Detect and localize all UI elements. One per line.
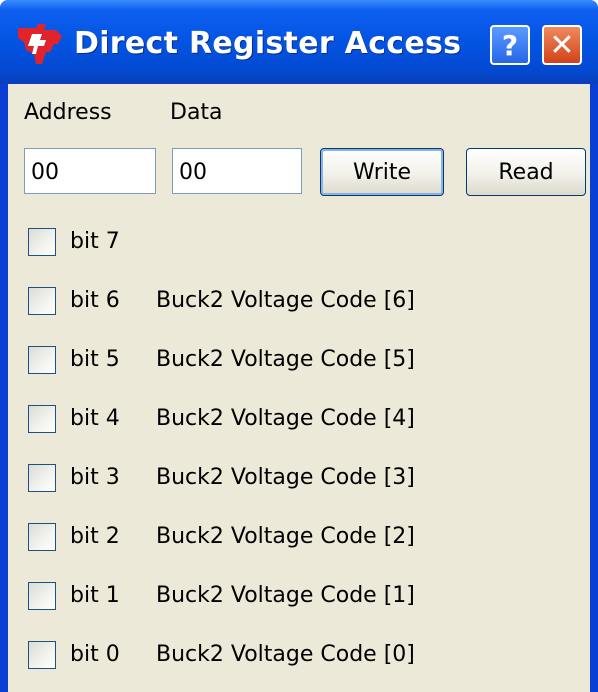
read-button[interactable]: Read [466,148,586,196]
bit-description: Buck2 Voltage Code [6] [156,288,415,313]
bit-row-2: bit 2 Buck2 Voltage Code [2] [8,519,590,559]
bit-description: Buck2 Voltage Code [0] [156,642,415,667]
bit-description: Buck2 Voltage Code [1] [156,583,415,608]
bit-3-checkbox[interactable] [28,464,56,492]
bit-row-4: bit 4 Buck2 Voltage Code [4] [8,401,590,441]
bit-7-checkbox[interactable] [28,228,56,256]
bit-label: bit 5 [70,347,120,372]
bit-2-checkbox[interactable] [28,523,56,551]
bit-label: bit 6 [70,288,120,313]
bit-description: Buck2 Voltage Code [2] [156,524,415,549]
bit-1-checkbox[interactable] [28,582,56,610]
dialog-client-area: Address Data 00 00 Write Read bit 7 bit … [8,84,590,692]
bit-label: bit 7 [70,229,120,254]
bit-6-checkbox[interactable] [28,287,56,315]
bit-row-7: bit 7 [8,224,590,264]
window-title: Direct Register Access [74,26,462,61]
close-button[interactable]: ✕ [542,25,582,65]
bit-description: Buck2 Voltage Code [5] [156,347,415,372]
bit-description: Buck2 Voltage Code [3] [156,465,415,490]
bit-label: bit 2 [70,524,120,549]
bit-row-6: bit 6 Buck2 Voltage Code [6] [8,283,590,323]
bit-row-0: bit 0 Buck2 Voltage Code [0] [8,637,590,677]
dialog-window: Direct Register Access ? ✕ Address Data … [0,0,598,692]
bit-label: bit 4 [70,406,120,431]
data-input[interactable]: 00 [172,148,302,194]
address-input[interactable]: 00 [24,148,156,194]
address-label: Address [24,100,112,125]
bit-row-1: bit 1 Buck2 Voltage Code [1] [8,578,590,618]
bit-label: bit 1 [70,583,120,608]
data-label: Data [170,100,223,125]
title-bar[interactable]: Direct Register Access ? ✕ [0,0,598,84]
write-button[interactable]: Write [320,148,444,196]
bit-row-3: bit 3 Buck2 Voltage Code [3] [8,460,590,500]
bit-row-5: bit 5 Buck2 Voltage Code [5] [8,342,590,382]
ti-logo-icon [18,24,62,64]
bit-description: Buck2 Voltage Code [4] [156,406,415,431]
bit-0-checkbox[interactable] [28,641,56,669]
help-button[interactable]: ? [490,25,530,65]
bit-label: bit 0 [70,642,120,667]
bit-label: bit 3 [70,465,120,490]
bit-5-checkbox[interactable] [28,346,56,374]
bit-4-checkbox[interactable] [28,405,56,433]
